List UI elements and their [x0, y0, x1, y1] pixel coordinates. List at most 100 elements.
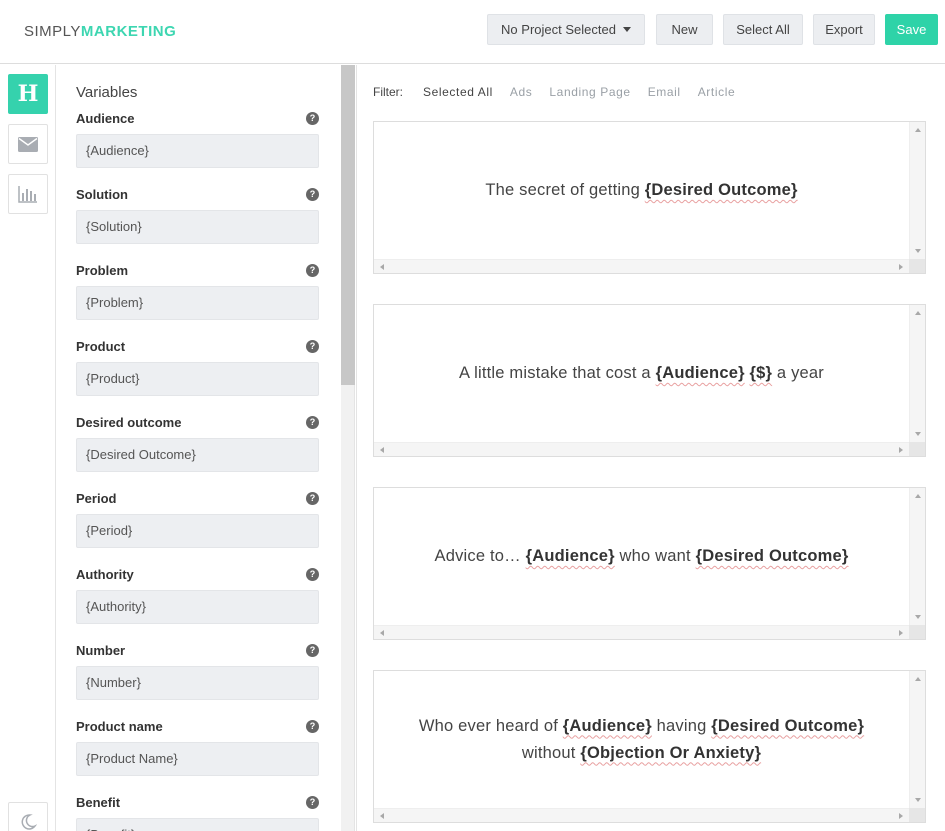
- variable-label: Problem?: [76, 261, 319, 281]
- scroll-left-icon[interactable]: [380, 813, 384, 819]
- card-horizontal-scrollbar[interactable]: [374, 625, 909, 639]
- headline-variable: {Audience}: [655, 364, 745, 382]
- headline-variable: {Audience}: [562, 716, 652, 735]
- audience-field[interactable]: {Audience}: [76, 134, 319, 168]
- variables-scrollbar[interactable]: [341, 65, 355, 831]
- select-all-button[interactable]: Select All: [723, 14, 803, 45]
- stats-mode-button[interactable]: [8, 174, 48, 214]
- benefit-field[interactable]: {Benefit}: [76, 818, 319, 831]
- number-field[interactable]: {Number}: [76, 666, 319, 700]
- scroll-up-icon[interactable]: [915, 677, 921, 681]
- help-icon[interactable]: ?: [306, 644, 319, 657]
- scroll-up-icon[interactable]: [915, 494, 921, 498]
- card-horizontal-scrollbar[interactable]: [374, 442, 909, 456]
- filter-article[interactable]: Article: [698, 85, 736, 99]
- variable-label-text: Solution: [76, 187, 128, 202]
- scroll-up-icon[interactable]: [915, 128, 921, 132]
- variable-label: Desired outcome?: [76, 413, 319, 433]
- email-mode-button[interactable]: [8, 124, 48, 164]
- filter-landing-page[interactable]: Landing Page: [549, 85, 630, 99]
- card-horizontal-scrollbar[interactable]: [374, 259, 909, 273]
- caret-down-icon: [622, 27, 631, 32]
- scroll-down-icon[interactable]: [915, 249, 921, 253]
- headline-variable: {Audience}: [525, 547, 615, 565]
- help-icon[interactable]: ?: [306, 568, 319, 581]
- variable-label: Product?: [76, 337, 319, 357]
- headline-text-part: who want: [614, 547, 696, 565]
- variable-label: Audience?: [76, 109, 319, 129]
- scroll-left-icon[interactable]: [380, 630, 384, 636]
- scroll-down-icon[interactable]: [915, 615, 921, 619]
- scroll-up-icon[interactable]: [915, 311, 921, 315]
- filter-ads[interactable]: Ads: [510, 85, 532, 99]
- headline-text-part: a year: [772, 364, 824, 382]
- app-logo: SIMPLYMARKETING: [24, 23, 176, 40]
- headline-text[interactable]: The secret of getting {Desired Outcome}: [374, 122, 909, 259]
- scroll-right-icon[interactable]: [899, 630, 903, 636]
- product-name-field[interactable]: {Product Name}: [76, 742, 319, 776]
- new-button[interactable]: New: [656, 14, 713, 45]
- card-vertical-scrollbar[interactable]: [909, 488, 925, 625]
- scrollbar-corner: [909, 808, 925, 822]
- dark-mode-button[interactable]: [8, 802, 48, 831]
- scroll-down-icon[interactable]: [915, 798, 921, 802]
- headline-card[interactable]: Who ever heard of {Audience} having {Des…: [373, 670, 926, 823]
- scroll-right-icon[interactable]: [899, 813, 903, 819]
- headline-text[interactable]: A little mistake that cost a {Audience} …: [374, 305, 909, 442]
- product-field[interactable]: {Product}: [76, 362, 319, 396]
- card-horizontal-scrollbar[interactable]: [374, 808, 909, 822]
- logo-text-simply: SIMPLY: [24, 23, 81, 40]
- help-icon[interactable]: ?: [306, 340, 319, 353]
- scroll-left-icon[interactable]: [380, 264, 384, 270]
- variable-problem: Problem? {Problem}: [76, 261, 319, 320]
- project-select-value: No Project Selected: [501, 22, 616, 37]
- variable-label: Solution?: [76, 185, 319, 205]
- scrollbar-corner: [909, 259, 925, 273]
- period-field[interactable]: {Period}: [76, 514, 319, 548]
- headline-text-part: Who ever heard of: [418, 716, 563, 735]
- headline-text[interactable]: Advice to… {Audience} who want {Desired …: [374, 488, 909, 625]
- filter-email[interactable]: Email: [648, 85, 681, 99]
- icon-rail: H: [0, 65, 56, 831]
- scroll-down-icon[interactable]: [915, 432, 921, 436]
- headline-card[interactable]: A little mistake that cost a {Audience} …: [373, 304, 926, 457]
- variable-period: Period? {Period}: [76, 489, 319, 548]
- card-vertical-scrollbar[interactable]: [909, 671, 925, 808]
- scroll-right-icon[interactable]: [899, 447, 903, 453]
- variable-label: Number?: [76, 641, 319, 661]
- project-select-dropdown[interactable]: No Project Selected: [487, 14, 645, 45]
- scroll-left-icon[interactable]: [380, 447, 384, 453]
- filter-label: Filter:: [373, 85, 403, 99]
- help-icon[interactable]: ?: [306, 264, 319, 277]
- help-icon[interactable]: ?: [306, 188, 319, 201]
- save-button[interactable]: Save: [885, 14, 938, 45]
- solution-field[interactable]: {Solution}: [76, 210, 319, 244]
- scrollbar-thumb[interactable]: [341, 65, 355, 385]
- help-icon[interactable]: ?: [306, 112, 319, 125]
- headline-variable: {Desired Outcome}: [711, 716, 865, 735]
- card-vertical-scrollbar[interactable]: [909, 305, 925, 442]
- bar-chart-icon: [18, 186, 37, 203]
- headline-text[interactable]: Who ever heard of {Audience} having {Des…: [374, 671, 909, 808]
- variable-authority: Authority? {Authority}: [76, 565, 319, 624]
- problem-field[interactable]: {Problem}: [76, 286, 319, 320]
- authority-field[interactable]: {Authority}: [76, 590, 319, 624]
- desired-outcome-field[interactable]: {Desired Outcome}: [76, 438, 319, 472]
- headline-mode-button[interactable]: H: [8, 74, 48, 114]
- headline-text-part: A little mistake that cost a: [459, 364, 656, 382]
- scroll-right-icon[interactable]: [899, 264, 903, 270]
- filter-selected-all[interactable]: Selected All: [423, 85, 493, 99]
- help-icon[interactable]: ?: [306, 796, 319, 809]
- headline-card[interactable]: The secret of getting {Desired Outcome}: [373, 121, 926, 274]
- variable-label-text: Number: [76, 643, 126, 658]
- help-icon[interactable]: ?: [306, 492, 319, 505]
- export-button[interactable]: Export: [813, 14, 875, 45]
- headline-card[interactable]: Advice to… {Audience} who want {Desired …: [373, 487, 926, 640]
- variable-label-text: Product: [76, 339, 126, 354]
- scrollbar-corner: [909, 625, 925, 639]
- variable-label-text: Authority: [76, 567, 134, 582]
- help-icon[interactable]: ?: [306, 416, 319, 429]
- variables-panel: Variables Audience? {Audience} Solution?…: [57, 65, 341, 831]
- help-icon[interactable]: ?: [306, 720, 319, 733]
- card-vertical-scrollbar[interactable]: [909, 122, 925, 259]
